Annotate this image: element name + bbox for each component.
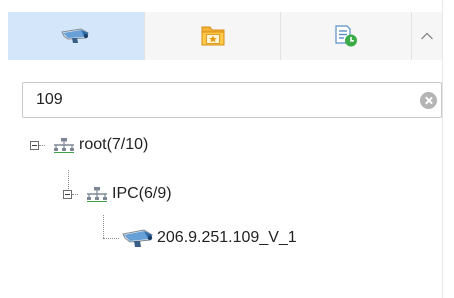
favorite-folder-icon: [200, 24, 226, 48]
network-icon: [86, 186, 108, 202]
panel-border: [442, 0, 443, 298]
tree-connector: [103, 238, 119, 239]
tree-node-ipc[interactable]: IPC(6/9): [63, 182, 172, 206]
tab-schedule[interactable]: [281, 12, 411, 60]
tree-node-device[interactable]: 206.9.251.109_V_1: [121, 226, 297, 250]
tab-cameras[interactable]: [8, 12, 144, 60]
tree-connector: [103, 215, 104, 238]
tab-bar: [8, 12, 442, 60]
network-icon: [53, 137, 75, 153]
tab-favorites[interactable]: [145, 12, 280, 60]
collapse-toggle[interactable]: [63, 189, 72, 199]
tree-node-label: 206.9.251.109_V_1: [157, 229, 297, 246]
collapse-button[interactable]: [412, 12, 442, 60]
camera-icon: [121, 227, 155, 249]
chevron-up-icon: [420, 31, 434, 41]
tree-node-label: root(7/10): [79, 136, 149, 153]
search-box: [22, 82, 442, 118]
camera-icon: [59, 26, 93, 46]
tree-node-label: IPC(6/9): [112, 185, 172, 202]
search-input[interactable]: [36, 89, 416, 111]
clear-search-icon[interactable]: [420, 92, 437, 109]
device-panel: root(7/10) IPC(6/9): [0, 0, 454, 298]
schedule-list-icon: [333, 24, 359, 48]
tree-node-root[interactable]: root(7/10): [30, 133, 148, 157]
collapse-toggle[interactable]: [30, 140, 39, 150]
